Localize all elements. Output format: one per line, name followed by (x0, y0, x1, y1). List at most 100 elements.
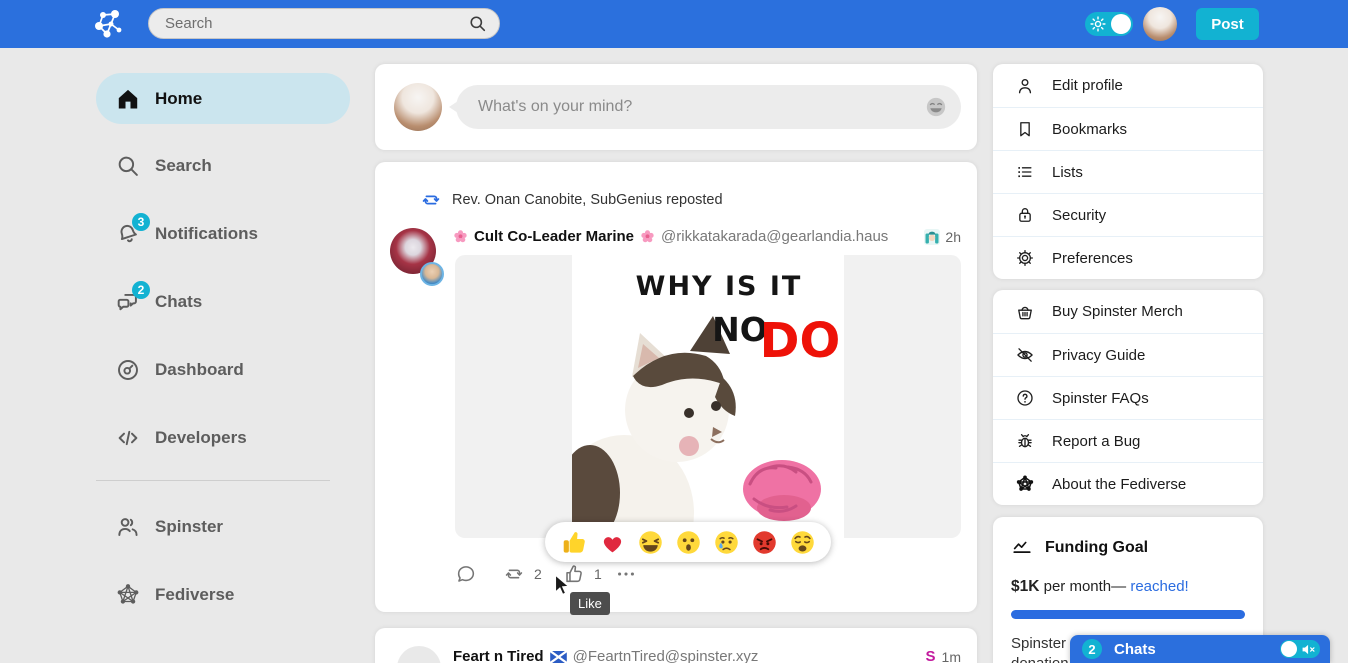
surprised-emoji-icon[interactable] (675, 529, 702, 556)
menu-item-label: Spinster FAQs (1052, 390, 1149, 407)
weary-emoji-icon[interactable] (789, 529, 816, 556)
reaction-picker (545, 522, 831, 562)
menu-item-bookmarks[interactable]: Bookmarks (993, 107, 1263, 150)
next-post-card: Feart n Tired @FeartnTired@spinster.xyz … (375, 628, 977, 663)
menu-item-about-fediverse[interactable]: About the Fediverse (993, 462, 1263, 505)
funding-goal-line: $1K per month— reached! (1011, 578, 1245, 596)
sidebar-item-label: Search (155, 156, 212, 176)
crying-emoji-icon[interactable] (713, 529, 740, 556)
meme-image: WHY IS IT NO DO (572, 255, 844, 538)
menu-item-edit-profile[interactable]: Edit profile (993, 64, 1263, 107)
menu-item-security[interactable]: Security (993, 193, 1263, 236)
next-post-author-name[interactable]: Feart n Tired (453, 648, 544, 663)
more-button[interactable] (615, 563, 637, 585)
topbar: Post (0, 0, 1348, 48)
theme-toggle[interactable] (1085, 12, 1133, 36)
chat-sound-toggle[interactable] (1280, 640, 1320, 658)
sidebar-item-search[interactable]: Search (96, 142, 350, 190)
comment-icon (455, 563, 477, 585)
fediverse-icon (1015, 474, 1035, 494)
laughing-emoji-icon[interactable] (637, 529, 664, 556)
post-actions: 2 1 (375, 563, 977, 591)
composer-bubble (456, 85, 961, 129)
menu-item-label: Bookmarks (1052, 121, 1127, 138)
sidebar-item-chats[interactable]: 2 Chats (96, 278, 350, 326)
menu-item-privacy-guide[interactable]: Privacy Guide (993, 333, 1263, 376)
repost-notice: Rev. Onan Canobite, SubGenius reposted (420, 189, 723, 211)
code-icon (115, 425, 141, 451)
search-bar (148, 8, 500, 39)
reposter-avatar[interactable] (420, 262, 444, 286)
post-card: Rev. Onan Canobite, SubGenius reposted C… (375, 162, 977, 612)
post-button[interactable]: Post (1196, 8, 1259, 40)
notifications-badge: 3 (132, 213, 150, 231)
menu-item-merch[interactable]: Buy Spinster Merch (993, 290, 1263, 333)
menu-item-label: About the Fediverse (1052, 476, 1186, 493)
menu-item-report-bug[interactable]: Report a Bug (993, 419, 1263, 462)
like-count: 1 (594, 566, 602, 582)
search-input[interactable] (165, 15, 468, 32)
sidebar-item-dashboard[interactable]: Dashboard (96, 346, 350, 394)
svg-text:DO: DO (760, 313, 841, 369)
composer-input[interactable] (478, 98, 925, 116)
miku-emoji-icon (924, 229, 940, 245)
chats-dock-label: Chats (1114, 641, 1280, 658)
menu-item-preferences[interactable]: Preferences (993, 236, 1263, 279)
repost-icon (503, 563, 525, 585)
bookmark-icon (1015, 119, 1035, 139)
home-icon (115, 86, 141, 112)
sidebar-item-developers[interactable]: Developers (96, 414, 350, 462)
sidebar-item-fediverse[interactable]: Fediverse (96, 571, 350, 619)
funding-status-link[interactable]: reached! (1130, 578, 1188, 595)
funding-amount: $1K (1011, 578, 1039, 595)
composer-avatar[interactable] (394, 83, 442, 131)
lock-icon (1015, 205, 1035, 225)
post-timestamp[interactable]: 2h (945, 229, 961, 245)
post-header: Cult Co-Leader Marine @rikkatakarada@gea… (453, 228, 961, 245)
next-post-author-handle[interactable]: @FeartnTired@spinster.xyz (573, 648, 920, 663)
toggle-knob (1111, 14, 1131, 34)
sidebar-item-home[interactable]: Home (96, 73, 350, 124)
menu-item-faqs[interactable]: Spinster FAQs (993, 376, 1263, 419)
funding-goal-title: Funding Goal (1045, 539, 1148, 557)
spinster-logo-icon[interactable] (93, 8, 125, 40)
search-icon[interactable] (468, 14, 487, 33)
angry-emoji-icon[interactable] (751, 529, 778, 556)
dashboard-icon (115, 357, 141, 383)
bell-icon: 3 (115, 221, 141, 247)
chats-icon: 2 (115, 289, 141, 315)
sidebar-item-label: Home (155, 89, 202, 109)
resources-menu: Buy Spinster Merch Privacy Guide Spinste… (993, 290, 1263, 505)
sidebar-item-label: Chats (155, 292, 202, 312)
repost-button[interactable]: 2 (503, 563, 542, 585)
like-button[interactable]: 1 (563, 563, 602, 585)
menu-item-lists[interactable]: Lists (993, 150, 1263, 193)
ellipsis-icon (615, 563, 637, 585)
speaker-muted-icon (1301, 644, 1317, 655)
thumbs-up-emoji-icon[interactable] (561, 529, 588, 556)
sun-icon (1089, 15, 1107, 33)
current-user-avatar[interactable] (1143, 7, 1177, 41)
reply-button[interactable] (455, 563, 477, 585)
sidebar-item-label: Notifications (155, 224, 258, 244)
sidebar-item-spinster[interactable]: Spinster (96, 503, 350, 551)
next-post-timestamp[interactable]: 1m (942, 649, 961, 663)
post-image-attachment[interactable]: WHY IS IT NO DO (455, 255, 961, 538)
next-post-avatar[interactable] (397, 646, 441, 663)
heart-emoji-icon[interactable] (599, 529, 626, 556)
emoji-picker-icon[interactable] (925, 96, 947, 118)
svg-text:WHY IS IT: WHY IS IT (636, 271, 803, 302)
bug-icon (1015, 431, 1035, 451)
sidebar-item-notifications[interactable]: 3 Notifications (96, 210, 350, 258)
post-author-avatar[interactable] (390, 228, 436, 274)
menu-item-label: Preferences (1052, 250, 1133, 267)
post-author-handle[interactable]: @rikkatakarada@gearlandia.haus (661, 228, 918, 245)
menu-item-label: Buy Spinster Merch (1052, 303, 1183, 320)
eye-off-icon (1015, 345, 1035, 365)
post-author-name[interactable]: Cult Co-Leader Marine (474, 228, 634, 245)
people-icon (115, 514, 141, 540)
chats-dock[interactable]: 2 Chats (1070, 635, 1330, 663)
composer-card (375, 64, 977, 150)
like-icon (563, 563, 585, 585)
spinster-app: Post Home Search 3 Notifications (0, 0, 1348, 663)
